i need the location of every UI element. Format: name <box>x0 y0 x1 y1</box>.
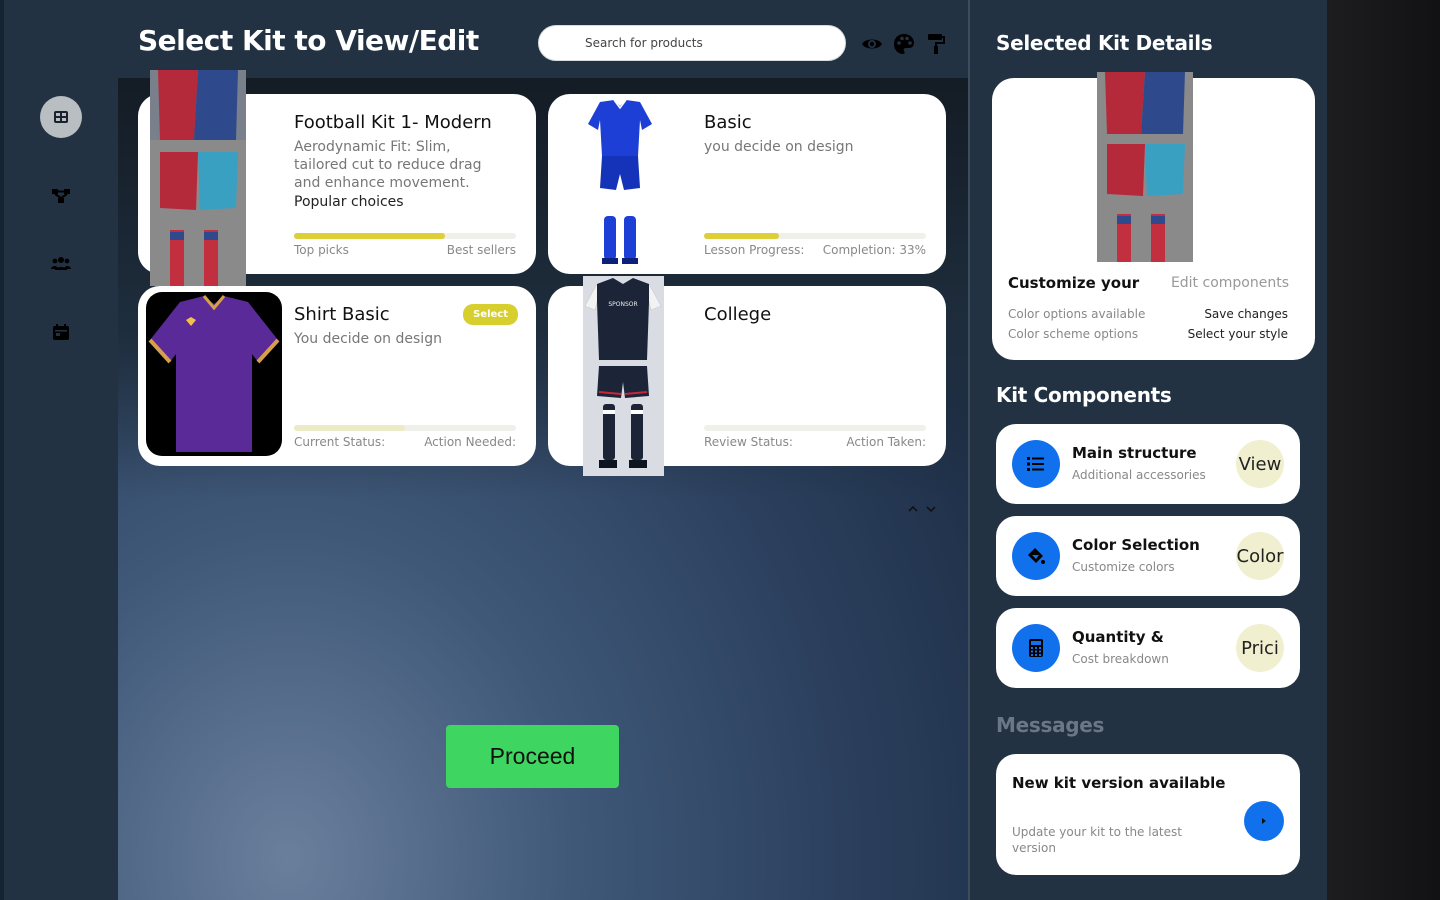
kit-card-shirt-basic[interactable]: Shirt Basic You decide on design Select … <box>138 286 536 466</box>
calculator-icon <box>1012 624 1060 672</box>
kit-progress-label-right: Completion: 33% <box>822 243 926 257</box>
kit-title: Basic <box>704 112 752 133</box>
right-backdrop <box>1327 0 1440 900</box>
messages-heading: Messages <box>996 713 1105 737</box>
kit-progress-label-left: Review Status: <box>704 435 793 449</box>
search-input[interactable] <box>538 25 846 61</box>
message-title: New kit version available <box>1012 774 1226 792</box>
color-options-label: Color options available <box>1008 307 1146 321</box>
message-body: Update your kit to the latest version <box>1012 825 1182 855</box>
kit-title: Football Kit 1- Modern <box>294 112 492 133</box>
kit-progress-label-left: Current Status: <box>294 435 386 449</box>
selected-kit-image <box>1097 72 1193 262</box>
save-changes-link[interactable]: Save changes <box>1204 307 1288 321</box>
selected-kit-card: Customize your Edit components Color opt… <box>992 72 1315 360</box>
hierarchy-icon <box>52 189 70 203</box>
sidebar <box>0 0 118 900</box>
proceed-button[interactable]: Proceed <box>446 725 619 788</box>
header: Select Kit to View/Edit <box>118 0 968 78</box>
sidebar-item-dashboard[interactable] <box>40 96 82 138</box>
kit-progress-label-right: Action Needed: <box>424 435 516 449</box>
color-button[interactable]: Color <box>1236 532 1284 580</box>
kit-progress-label-right: Best sellers <box>446 243 516 257</box>
sidebar-item-team[interactable] <box>40 243 82 285</box>
sidebar-item-structure[interactable] <box>40 175 82 217</box>
edit-components-link[interactable]: Edit components <box>1171 275 1289 291</box>
kit-extra: Popular choices <box>294 194 404 210</box>
kit-description: You decide on design <box>294 331 442 347</box>
kit-progress-label-left: Top picks <box>294 243 349 257</box>
kit-progress-label-right: Action Taken: <box>846 435 926 449</box>
kit-progress-bar <box>704 233 926 239</box>
blue-kit-image <box>588 99 652 264</box>
kit-progress-bar <box>294 425 516 431</box>
pagination-arrows <box>908 502 936 516</box>
details-panel: Selected Kit Details Customize your Edit… <box>968 0 1327 900</box>
pricing-button[interactable]: Prici <box>1236 624 1284 672</box>
view-button[interactable]: View <box>1236 440 1284 488</box>
components-heading: Kit Components <box>996 383 1172 407</box>
football-kit-image <box>150 70 246 286</box>
paint-roller-icon[interactable] <box>924 32 948 56</box>
users-icon <box>51 257 71 270</box>
page-title: Select Kit to View/Edit <box>138 24 479 57</box>
kit-description: Aerodynamic Fit: Slim, tailored cut to r… <box>294 139 482 191</box>
component-title: Color Selection <box>1072 536 1200 554</box>
kit-title: Shirt Basic <box>294 304 390 325</box>
select-badge[interactable]: Select <box>463 304 518 325</box>
kit-progress-label-left: Lesson Progress: <box>704 243 805 257</box>
svg-text:SPONSOR: SPONSOR <box>608 301 637 308</box>
component-subtitle: Customize colors <box>1072 560 1175 574</box>
message-card: New kit version available Update your ki… <box>996 754 1300 875</box>
component-title: Quantity & <box>1072 628 1164 646</box>
component-main-structure[interactable]: Main structure Additional accessories Vi… <box>996 424 1300 504</box>
kit-card-basic[interactable]: Basic you decide on design Lesson Progre… <box>548 94 946 274</box>
kit-description: you decide on design <box>704 139 854 155</box>
chevron-down-icon[interactable] <box>926 502 936 516</box>
chevron-up-icon[interactable] <box>908 502 918 516</box>
purple-shirt-image <box>146 292 282 456</box>
component-color-selection[interactable]: Color Selection Customize colors Color <box>996 516 1300 596</box>
eye-icon[interactable] <box>860 32 884 56</box>
kit-title: College <box>704 304 772 325</box>
component-subtitle: Cost breakdown <box>1072 652 1169 666</box>
message-open-button[interactable] <box>1244 801 1284 841</box>
kit-progress-bar <box>704 425 926 431</box>
calendar-icon <box>53 324 69 340</box>
paint-bucket-icon <box>1012 532 1060 580</box>
college-kit-image: SPONSOR <box>583 276 664 476</box>
palette-icon[interactable] <box>892 32 916 56</box>
component-subtitle: Additional accessories <box>1072 468 1206 482</box>
list-icon <box>1012 440 1060 488</box>
component-title: Main structure <box>1072 444 1197 462</box>
customize-title: Customize your <box>1008 274 1140 292</box>
select-style-link[interactable]: Select your style <box>1188 327 1288 341</box>
main-area: Football Kit 1- Modern Aerodynamic Fit: … <box>118 70 968 900</box>
component-quantity[interactable]: Quantity & Cost breakdown Prici <box>996 608 1300 688</box>
sidebar-item-calendar[interactable] <box>40 311 82 353</box>
details-heading: Selected Kit Details <box>996 31 1213 55</box>
dashboard-icon <box>54 111 68 123</box>
scheme-options-label: Color scheme options <box>1008 327 1139 341</box>
kit-progress-bar <box>294 233 516 239</box>
chevron-right-icon <box>1262 818 1266 824</box>
